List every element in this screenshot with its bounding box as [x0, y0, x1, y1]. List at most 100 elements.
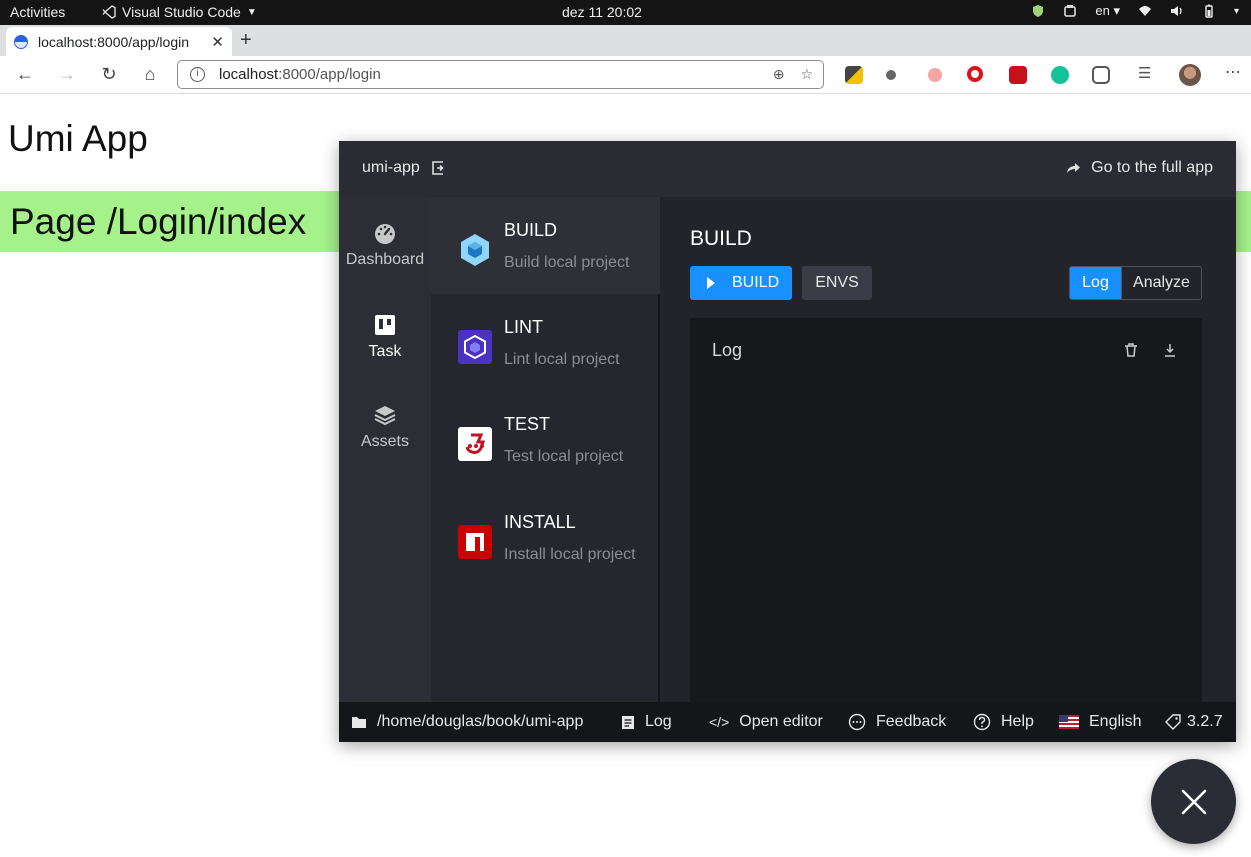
task-title: TEST — [504, 414, 551, 434]
umi-side-nav: Dashboard Task Assets — [339, 197, 431, 702]
jest-icon — [458, 427, 492, 461]
nav-item-task[interactable]: Task — [339, 313, 431, 361]
page-banner-text: Page /Login/index — [10, 201, 307, 242]
url-path: :8000/app/login — [278, 66, 381, 83]
app-menu[interactable]: Visual Studio Code ▼ — [102, 4, 257, 20]
task-title: INSTALL — [504, 512, 576, 532]
extensions-puzzle-icon[interactable] — [1092, 66, 1110, 84]
system-tray: en ▾ ▾ — [1031, 3, 1239, 19]
task-item-install[interactable]: INSTALL Install local project — [431, 489, 660, 586]
task-detail: BUILD BUILD ENVS Log Analyze Log — [662, 197, 1236, 702]
browser-toolbar: ← → ↻ ⌂ i localhost:8000/app/login ⊕ ☆ ☰… — [0, 56, 1251, 94]
footer-open-editor[interactable]: </> Open editor — [709, 713, 823, 731]
reading-list-icon[interactable]: ☰ — [1138, 64, 1156, 82]
forward-arrow-icon[interactable]: → — [56, 64, 78, 85]
grammarly-icon[interactable] — [1051, 66, 1069, 84]
task-item-test[interactable]: TEST Test local project — [431, 391, 660, 488]
npm-icon — [458, 525, 492, 559]
vscode-icon — [102, 5, 116, 19]
new-tab-button[interactable]: + — [240, 29, 252, 52]
task-desc: Install local project — [504, 546, 636, 563]
help-label: Help — [1001, 713, 1034, 730]
shield-icon[interactable] — [1031, 4, 1045, 18]
tag-icon — [1165, 714, 1181, 730]
more-menu-icon[interactable]: ⋯ — [1225, 62, 1243, 81]
bookmark-star-icon[interactable]: ☆ — [800, 66, 813, 83]
task-title: BUILD — [504, 220, 558, 240]
view-toggle: Log Analyze — [1069, 266, 1202, 300]
page-heading: Umi App — [8, 118, 148, 159]
task-desc: Test local project — [504, 448, 624, 465]
footer-project-path[interactable]: /home/douglas/book/umi-app — [351, 713, 583, 731]
nav-item-dashboard[interactable]: Dashboard — [339, 221, 431, 269]
footer-log[interactable]: Log — [621, 713, 672, 731]
volume-icon[interactable] — [1170, 4, 1184, 18]
delete-icon[interactable] — [1123, 342, 1139, 358]
footer-feedback[interactable]: Feedback — [848, 713, 946, 731]
task-item-build[interactable]: BUILD Build local project — [431, 197, 660, 294]
clock[interactable]: dez 11 20:02 — [562, 4, 642, 20]
log-tab[interactable]: Log — [1070, 267, 1121, 299]
reload-icon[interactable]: ↻ — [98, 64, 120, 85]
task-item-lint[interactable]: LINT Lint local project — [431, 294, 660, 391]
home-icon[interactable]: ⌂ — [139, 64, 161, 85]
url-host: localhost — [219, 66, 279, 83]
task-detail-title: BUILD — [690, 227, 752, 250]
footer-language[interactable]: English — [1059, 713, 1141, 731]
nav-item-assets[interactable]: Assets — [339, 403, 431, 451]
language-code: en — [1095, 3, 1110, 18]
package-icon[interactable] — [1063, 4, 1077, 18]
task-icon — [375, 315, 395, 335]
close-tab-icon[interactable]: ✕ — [211, 33, 224, 51]
wifi-icon[interactable] — [1138, 4, 1152, 18]
footer-log-label: Log — [645, 713, 672, 730]
browser-tab-active[interactable]: localhost:8000/app/login ✕ — [6, 27, 232, 56]
build-button[interactable]: BUILD — [690, 266, 792, 300]
address-bar[interactable]: i localhost:8000/app/login ⊕ ☆ — [177, 60, 824, 89]
profile-avatar[interactable] — [1179, 64, 1201, 86]
project-name: umi-app — [362, 159, 420, 176]
layers-icon — [374, 406, 396, 426]
task-desc: Lint local project — [504, 351, 620, 368]
go-full-app-link[interactable]: Go to the full app — [1065, 159, 1213, 177]
extension-eyedropper-icon[interactable] — [845, 66, 863, 84]
chevron-down-icon: ▼ — [246, 6, 257, 18]
opera-icon[interactable] — [967, 66, 983, 82]
nav-item-label: Task — [368, 343, 402, 360]
project-switcher[interactable]: umi-app — [362, 159, 446, 177]
message-icon — [848, 713, 866, 731]
site-info-icon[interactable]: i — [190, 67, 205, 82]
tab-title: localhost:8000/app/login — [38, 33, 190, 50]
extension-pin-icon[interactable] — [886, 70, 896, 80]
app-menu-label: Visual Studio Code — [122, 4, 241, 20]
envs-button[interactable]: ENVS — [802, 266, 872, 300]
log-panel: Log — [690, 318, 1202, 702]
language-label: English — [1089, 713, 1142, 730]
exit-icon[interactable] — [430, 160, 446, 176]
umi-ui-panel: umi-app Go to the full app Dashboard Tas… — [339, 141, 1236, 742]
battery-icon[interactable] — [1202, 4, 1216, 18]
extension-hand-icon[interactable] — [928, 68, 942, 82]
close-panel-button[interactable] — [1151, 759, 1236, 844]
power-menu-icon[interactable]: ▾ — [1234, 6, 1239, 17]
umi-header: umi-app Go to the full app — [339, 141, 1236, 197]
code-icon: </> — [709, 714, 730, 730]
back-arrow-icon[interactable]: ← — [14, 64, 36, 85]
dashboard-icon — [375, 224, 395, 244]
eslint-icon — [458, 330, 492, 364]
extension-red-icon[interactable] — [1009, 66, 1027, 84]
favicon-icon — [14, 34, 28, 49]
system-top-bar: Activities Visual Studio Code ▼ dez 11 2… — [0, 0, 1251, 25]
footer-help[interactable]: Help — [973, 713, 1034, 731]
task-desc: Build local project — [504, 254, 630, 271]
zoom-icon[interactable]: ⊕ — [773, 66, 785, 83]
omnibox-actions: ⊕ ☆ — [773, 66, 813, 83]
activities-button[interactable]: Activities — [10, 4, 65, 20]
footer-version: 3.2.7 — [1165, 713, 1223, 731]
language-indicator[interactable]: en ▾ — [1095, 3, 1120, 19]
analyze-tab[interactable]: Analyze — [1121, 267, 1201, 299]
project-path: /home/douglas/book/umi-app — [377, 713, 584, 730]
download-icon[interactable] — [1162, 342, 1178, 358]
nav-item-label: Dashboard — [345, 251, 425, 268]
us-flag-icon — [1059, 715, 1079, 729]
